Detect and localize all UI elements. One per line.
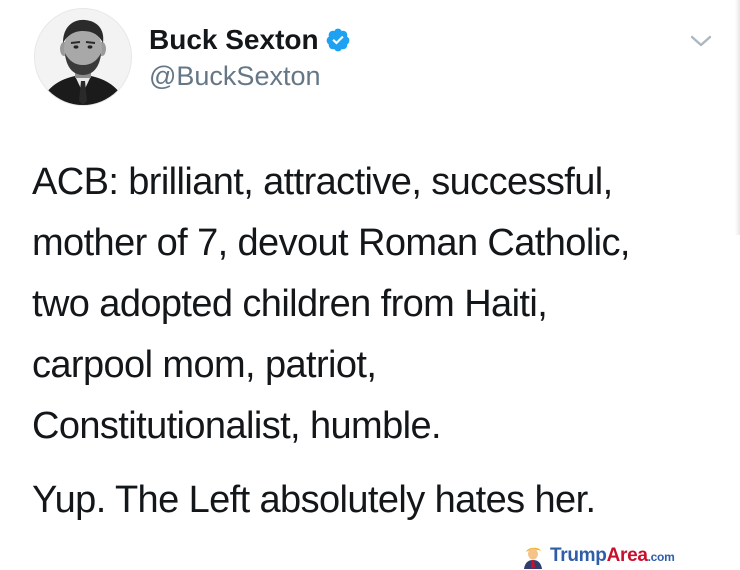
- display-name[interactable]: Buck Sexton: [149, 24, 319, 56]
- author-name-row[interactable]: Buck Sexton: [149, 24, 351, 56]
- verified-badge-icon: [325, 27, 351, 53]
- watermark: TrumpArea.com: [520, 543, 675, 569]
- watermark-part: .com: [647, 549, 675, 564]
- chevron-down-icon[interactable]: [688, 30, 714, 52]
- watermark-text: TrumpArea.com: [550, 544, 675, 568]
- tweet-text: ACB: brilliant, attractive, successful, …: [32, 152, 722, 531]
- watermark-part: Trump: [550, 544, 607, 566]
- tweet-text-line: mother of 7, devout Roman Catholic,: [32, 222, 630, 264]
- avatar[interactable]: [34, 8, 132, 106]
- user-handle[interactable]: @BuckSexton: [149, 60, 321, 92]
- trump-figure-icon: [524, 547, 542, 569]
- tweet-text-line: carpool mom, patriot,: [32, 344, 377, 386]
- tweet-text-line: Yup. The Left absolutely hates her.: [32, 479, 596, 521]
- watermark-part: Area: [606, 544, 648, 566]
- tweet-text-line: two adopted children from Haiti,: [32, 283, 548, 325]
- edge-shadow: [735, 0, 740, 235]
- tweet-card: Buck Sexton @BuckSexton ACB: brilliant, …: [0, 0, 740, 570]
- tweet-text-line: ACB: brilliant, attractive, successful,: [32, 161, 613, 203]
- tweet-text-line: Constitutionalist, humble.: [32, 405, 442, 447]
- avatar-photo: [35, 9, 131, 105]
